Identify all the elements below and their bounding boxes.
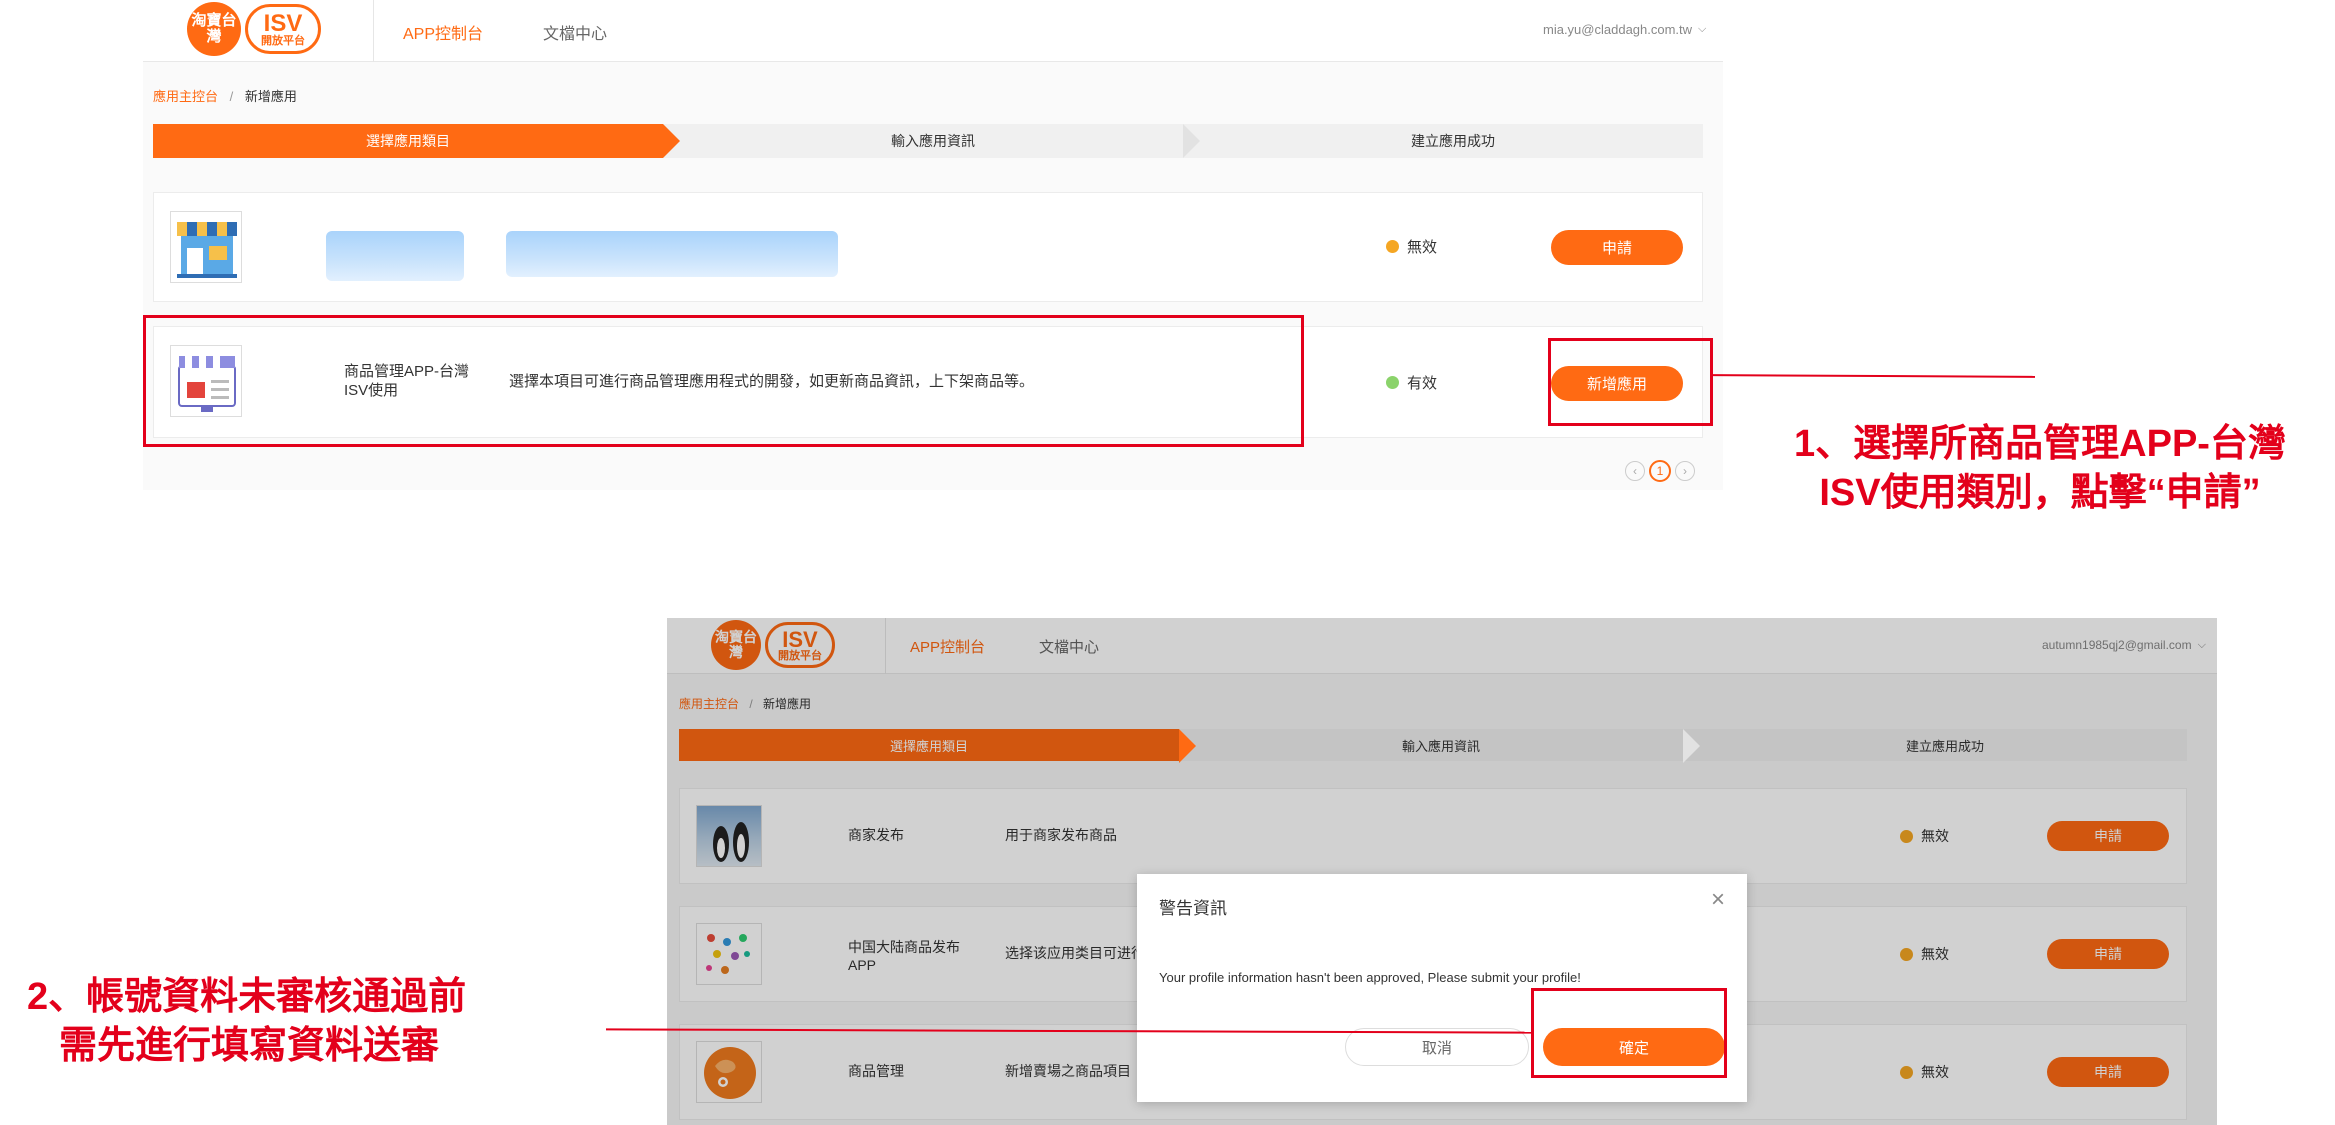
chevron-down-icon: ⌵ [1698, 23, 1707, 35]
annotation-row-highlight [143, 315, 1304, 447]
dialog-message: Your profile information hasn't been app… [1159, 970, 1581, 985]
chevron-right-icon[interactable]: › [1675, 461, 1695, 481]
callout-1-line-1: 1、選擇所商品管理APP-台灣 [1794, 423, 2286, 465]
blurred-description [506, 231, 838, 277]
step-2: 輸入應用資訊 [663, 124, 1200, 158]
logo-isv-text: ISV [263, 9, 303, 37]
breadcrumb-sep: / [229, 89, 234, 104]
shop-icon [170, 211, 242, 283]
breadcrumb-current: 新增應用 [244, 89, 297, 104]
annotation-callout-2: 2、帳號資料未審核通過前 需先進行填寫資料送審 [27, 973, 466, 1072]
status-badge: 有效 [1386, 372, 1437, 393]
callout-2-line-1: 2、帳號資料未審核通過前 [27, 976, 467, 1018]
annotation-line-1 [1712, 374, 2036, 378]
apply-button[interactable]: 申請 [1551, 230, 1683, 265]
breadcrumb: 應用主控台 / 新增應用 [153, 86, 297, 105]
annotation-callout-1: 1、選擇所商品管理APP-台灣 ISV使用類別，點擊“申請” [1750, 420, 2330, 519]
breadcrumb-root[interactable]: 應用主控台 [153, 89, 218, 104]
blurred-name [326, 231, 464, 281]
logo-isv-sub: 開放平台 [261, 34, 305, 47]
cancel-button[interactable]: 取消 [1345, 1028, 1529, 1066]
bottom-screenshot: 淘寶台灣 ISV 開放平台 APP控制台 文檔中心 autumn1985qj2@… [667, 618, 2217, 1125]
page-current[interactable]: 1 [1649, 460, 1671, 482]
step-1: 選擇應用類目 [153, 124, 680, 158]
callout-2-line-2: 需先進行填寫資料送審 [59, 1025, 440, 1068]
status-text: 無效 [1407, 239, 1438, 256]
annotation-button-highlight [1548, 338, 1713, 426]
category-row: 無效 申請 [153, 192, 1703, 302]
step-3: 建立應用成功 [1183, 124, 1703, 158]
user-email: mia.yu@claddagh.com.tw [1543, 22, 1693, 37]
chevron-left-icon[interactable]: ‹ [1625, 461, 1645, 481]
annotation-confirm-highlight [1531, 988, 1727, 1078]
dialog-title: 警告資訊 [1159, 899, 1227, 918]
top-logo[interactable]: 淘寶台灣 ISV 開放平台 [187, 2, 321, 56]
logo-isv: ISV 開放平台 [245, 4, 321, 54]
status-badge: 無效 [1386, 236, 1437, 257]
nav-app-console[interactable]: APP控制台 [403, 20, 483, 44]
status-dot [1386, 376, 1399, 389]
callout-1-line-2: ISV使用類別，點擊“申請” [1819, 472, 2261, 515]
logo-circle: 淘寶台灣 [187, 2, 241, 56]
status-dot [1386, 240, 1399, 253]
nav-docs[interactable]: 文檔中心 [543, 20, 607, 44]
status-text: 有效 [1407, 375, 1438, 392]
header-divider [373, 0, 374, 62]
close-icon[interactable]: × [1711, 888, 1725, 912]
user-menu[interactable]: mia.yu@claddagh.com.tw ⌵ [1543, 22, 1706, 37]
top-header: 淘寶台灣 ISV 開放平台 APP控制台 文檔中心 mia.yu@claddag… [143, 0, 1723, 62]
steps-bar: 選擇應用類目 輸入應用資訊 建立應用成功 [153, 124, 1703, 158]
pagination: ‹ 1 › [1625, 460, 1695, 482]
